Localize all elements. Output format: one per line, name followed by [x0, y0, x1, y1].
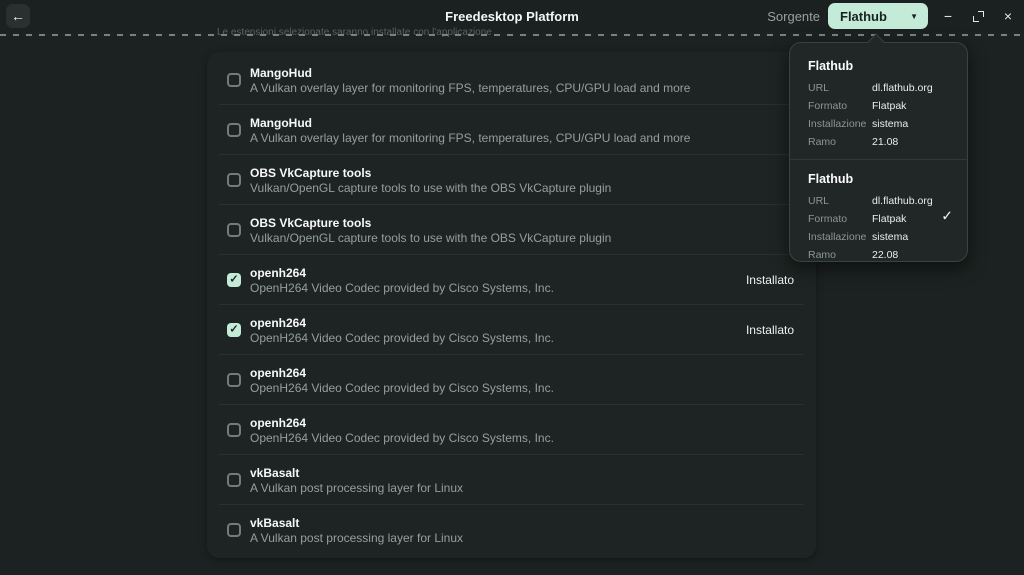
source-option[interactable]: Flathub URL dl.flathub.org Formato Flatpak In… — [790, 47, 967, 159]
addon-checkbox[interactable] — [227, 473, 241, 487]
addon-text: vkBasalt A Vulkan post processing layer f… — [250, 466, 463, 495]
source-title: Flathub — [808, 172, 854, 186]
minimize-button[interactable]: − — [936, 4, 960, 28]
source-dropdown-button[interactable]: Flathub ▼ — [828, 3, 928, 29]
addons-list: MangoHud A Vulkan overlay layer for monit… — [207, 52, 816, 558]
source-fields: URL dl.flathub.org Formato Flatpak Installaz… — [808, 81, 949, 149]
addon-text: openh264 OpenH264 Video Codec provided by… — [250, 316, 554, 345]
list-item: openh264 OpenH264 Video Codec provided by… — [207, 355, 816, 405]
addon-text: openh264 OpenH264 Video Codec provided by… — [250, 266, 554, 295]
addon-description: OpenH264 Video Codec provided by Cisco S… — [250, 330, 554, 345]
field-value: 21.08 — [872, 136, 899, 148]
field-label: Ramo — [808, 249, 837, 261]
addon-name: openh264 — [250, 365, 307, 380]
addon-description: A Vulkan overlay layer for monitoring FP… — [250, 130, 691, 145]
addon-description: Vulkan/OpenGL capture tools to use with … — [250, 180, 612, 195]
list-item: OBS VkCapture tools Vulkan/OpenGL capture… — [207, 205, 816, 255]
addon-text: OBS VkCapture tools Vulkan/OpenGL capture… — [250, 216, 611, 245]
addon-name: vkBasalt — [250, 515, 300, 530]
addon-checkbox[interactable] — [227, 223, 241, 237]
window-controls: − × — [936, 4, 1020, 28]
back-arrow-icon: ← — [11, 8, 25, 24]
addon-text: openh264 OpenH264 Video Codec provided by… — [250, 416, 554, 445]
addon-name: openh264 — [250, 415, 307, 430]
source-label: Sorgente — [767, 8, 820, 24]
addon-description: A Vulkan post processing layer for Linux — [250, 530, 464, 545]
field-label: URL — [808, 82, 830, 94]
back-button[interactable]: ← — [6, 4, 30, 28]
source-title: Flathub — [808, 59, 854, 73]
field-value: Flatpak — [872, 213, 907, 225]
addon-checkbox[interactable] — [227, 373, 241, 387]
close-button[interactable]: × — [996, 4, 1020, 28]
status-badge: Installato — [745, 273, 794, 287]
addon-description: OpenH264 Video Codec provided by Cisco S… — [250, 280, 554, 295]
addon-description: A Vulkan overlay layer for monitoring FP… — [250, 80, 691, 95]
addon-name: vkBasalt — [250, 465, 300, 480]
header-bar: ← Freedesktop Platform Sorgente Flathub … — [0, 0, 1024, 32]
addon-checkbox[interactable]: ✓ — [227, 323, 241, 337]
checkmark-icon: ✓ — [229, 323, 239, 335]
addon-checkbox[interactable] — [227, 73, 241, 87]
addon-name: openh264 — [250, 315, 307, 330]
field-label: Formato — [808, 213, 848, 225]
source-fields: URL dl.flathub.org Formato Flatpak Installaz… — [808, 194, 949, 262]
addon-text: openh264 OpenH264 Video Codec provided by… — [250, 366, 554, 395]
close-icon: × — [1003, 8, 1013, 24]
field-label: Installazione — [808, 231, 867, 243]
addon-description: Vulkan/OpenGL capture tools to use with … — [250, 230, 612, 245]
addon-checkbox[interactable] — [227, 423, 241, 437]
source-dropdown-value: Flathub — [840, 8, 887, 24]
addon-text: vkBasalt A Vulkan post processing layer f… — [250, 516, 463, 545]
addon-checkbox[interactable] — [227, 173, 241, 187]
addon-name: OBS VkCapture tools — [250, 165, 372, 180]
addon-description: OpenH264 Video Codec provided by Cisco S… — [250, 380, 554, 395]
field-label: Ramo — [808, 136, 837, 148]
field-value: sistema — [872, 118, 909, 130]
addon-name: MangoHud — [250, 65, 312, 80]
field-value: sistema — [872, 231, 909, 243]
addon-text: MangoHud A Vulkan overlay layer for monit… — [250, 116, 690, 145]
addon-checkbox[interactable]: ✓ — [227, 273, 241, 287]
addon-checkbox[interactable] — [227, 123, 241, 137]
addon-name: openh264 — [250, 265, 307, 280]
checkmark-icon: ✓ — [229, 273, 239, 285]
restore-button[interactable] — [966, 4, 990, 28]
list-item: MangoHud A Vulkan overlay layer for monit… — [207, 105, 816, 155]
list-item: ✓ openh264 OpenH264 Video Codec provided b… — [207, 255, 816, 305]
list-item: openh264 OpenH264 Video Codec provided by… — [207, 405, 816, 455]
addon-text: MangoHud A Vulkan overlay layer for monit… — [250, 66, 690, 95]
minimize-icon: − — [943, 8, 953, 24]
field-value: dl.flathub.org — [872, 82, 933, 94]
focus-dashed-line — [0, 34, 1024, 36]
selected-check-icon: ✓ — [941, 207, 953, 224]
chevron-down-icon: ▼ — [910, 11, 918, 21]
addon-checkbox[interactable] — [227, 523, 241, 537]
list-item: MangoHud A Vulkan overlay layer for monit… — [207, 55, 816, 105]
addon-description: OpenH264 Video Codec provided by Cisco S… — [250, 430, 554, 445]
addon-name: MangoHud — [250, 115, 312, 130]
addon-name: OBS VkCapture tools — [250, 215, 372, 230]
field-label: URL — [808, 195, 830, 207]
addon-text: OBS VkCapture tools Vulkan/OpenGL capture… — [250, 166, 611, 195]
dialog-subtitle: Le estensioni selezionate saranno instal… — [217, 27, 492, 38]
addon-description: A Vulkan post processing layer for Linux — [250, 480, 464, 495]
field-label: Installazione — [808, 118, 867, 130]
source-popover: Flathub URL dl.flathub.org Formato Flatpak In… — [789, 33, 968, 262]
list-item: OBS VkCapture tools Vulkan/OpenGL capture… — [207, 155, 816, 205]
list-item: vkBasalt A Vulkan post processing layer f… — [207, 505, 816, 555]
field-value: dl.flathub.org — [872, 195, 933, 207]
list-item: vkBasalt A Vulkan post processing layer f… — [207, 455, 816, 505]
list-item: ✓ openh264 OpenH264 Video Codec provided b… — [207, 305, 816, 355]
restore-icon — [972, 10, 984, 22]
field-value: Flatpak — [872, 100, 907, 112]
status-badge: Installato — [745, 323, 794, 337]
field-value: 22.08 — [872, 249, 899, 261]
source-option[interactable]: Flathub URL dl.flathub.org Formato Flatpak In… — [790, 160, 967, 272]
field-label: Formato — [808, 100, 848, 112]
